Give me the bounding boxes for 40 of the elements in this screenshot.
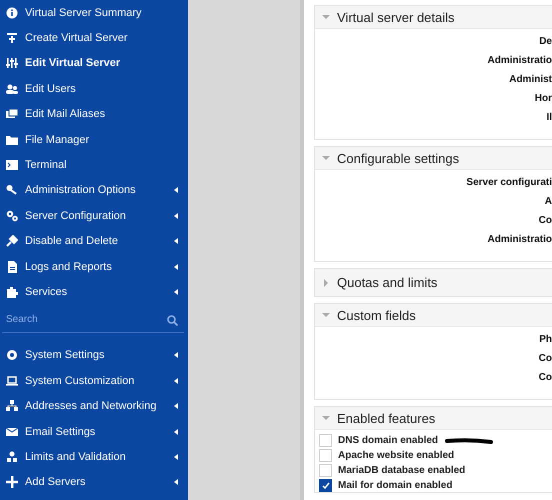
sidebar-item[interactable]: Edit Virtual Server xyxy=(0,50,188,76)
panel-header[interactable]: Enabled features xyxy=(315,407,552,430)
sidebar-item[interactable]: Server Configuration xyxy=(0,203,188,229)
sidebar-item[interactable]: Virtual Server Summary xyxy=(0,0,188,26)
field-label: Administratio xyxy=(488,233,552,247)
sidebar-item[interactable]: Terminal xyxy=(0,152,188,178)
sidebar-item[interactable]: Services xyxy=(0,279,188,305)
sidebar-item[interactable]: Administration Options xyxy=(0,178,188,204)
panel-header[interactable]: Configurable settings xyxy=(315,147,552,170)
sidebar-item[interactable]: Limits and Validation xyxy=(0,444,188,470)
search-field[interactable]: Search xyxy=(2,306,184,333)
sidebar-item[interactable]: Addresses and Networking xyxy=(0,393,188,419)
field-label: Co xyxy=(538,371,552,385)
sidebar-item[interactable]: System Customization xyxy=(0,368,188,394)
checkbox-label: Mail for domain enabled xyxy=(338,480,452,491)
panel-header[interactable]: Custom fields xyxy=(315,304,552,327)
field-label: Il xyxy=(546,111,552,125)
sidebar-item[interactable]: Logs and Reports xyxy=(0,254,188,280)
sidebar-item[interactable]: File Manager xyxy=(0,126,188,152)
field-label: Hor xyxy=(534,92,552,106)
field-label: Administratio xyxy=(488,54,552,68)
checkbox-label: Apache website enabled xyxy=(338,450,454,461)
sidebar-item[interactable]: Edit Users xyxy=(0,76,188,102)
field-label: Administ xyxy=(509,73,552,87)
sidebar-item[interactable]: Edit Mail Aliases xyxy=(0,102,188,127)
field-label: A xyxy=(544,195,552,209)
sidebar-item[interactable]: Disable and Delete xyxy=(0,228,188,254)
field-label: Co xyxy=(538,214,552,228)
checkbox-label: DNS domain enabled xyxy=(338,435,438,446)
panel-header[interactable]: Quotas and limits xyxy=(315,269,552,296)
sidebar-item[interactable]: System Settings xyxy=(0,342,188,368)
checkbox-label: MariaDB database enabled xyxy=(338,465,466,476)
field-label: De xyxy=(539,35,552,49)
sidebar-item[interactable]: Email Settings xyxy=(0,418,188,444)
field-label: Server configurati xyxy=(466,176,552,190)
panel-header[interactable]: Virtual server details xyxy=(315,6,552,29)
field-label: Ph xyxy=(539,333,552,347)
sidebar-item[interactable]: Add Servers xyxy=(0,470,188,496)
field-label: Co xyxy=(538,352,552,366)
sidebar-item[interactable]: Create Virtual Server xyxy=(0,25,188,51)
